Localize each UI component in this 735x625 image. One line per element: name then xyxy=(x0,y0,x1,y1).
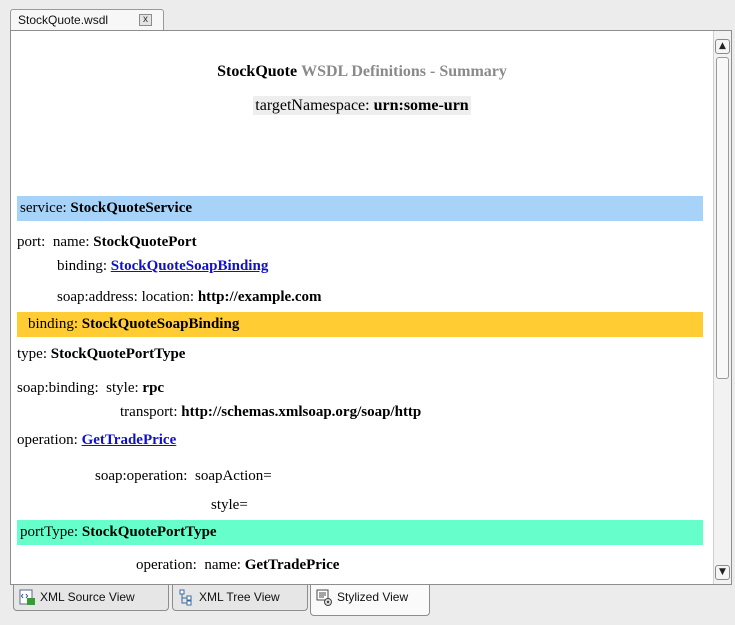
tab-xml-tree-label: XML Tree View xyxy=(199,590,280,604)
operation-label: operation: xyxy=(17,432,78,448)
scroll-down-icon[interactable]: ▼ xyxy=(715,565,730,580)
operation-link[interactable]: GetTradePrice xyxy=(82,432,177,448)
porttype-op-name-label: name: xyxy=(204,557,241,573)
tree-icon xyxy=(179,589,192,606)
xml-source-icon xyxy=(19,589,35,605)
soap-address-value: http://example.com xyxy=(197,289,322,305)
binding-type-line: type: StockQuotePortType xyxy=(17,346,185,363)
file-tab-stockquote[interactable]: StockQuote.wsdl x xyxy=(10,9,164,30)
service-section-bar: service: StockQuoteService xyxy=(17,196,703,221)
porttype-name: StockQuotePortType xyxy=(81,524,217,540)
binding-label: binding: xyxy=(28,316,79,332)
soap-address-line: soap:address: location: http://example.c… xyxy=(57,289,322,306)
style-value: rpc xyxy=(142,380,165,396)
tab-xml-tree-view[interactable]: XML Tree View xyxy=(172,585,308,611)
service-label: service: xyxy=(20,200,67,216)
soap-action-label: soapAction= xyxy=(194,468,272,484)
soap-operation-style-line: style= xyxy=(211,497,248,514)
binding-name: StockQuoteSoapBinding xyxy=(81,316,240,332)
port-label: port: xyxy=(17,234,46,250)
soap-binding-line: soap:binding: style: rpc xyxy=(17,380,164,397)
page-title: StockQuote WSDL Definitions - Summary xyxy=(11,63,713,81)
binding-link[interactable]: StockQuoteSoapBinding xyxy=(111,258,269,274)
porttype-section-bar: portType: StockQuotePortType xyxy=(17,520,703,545)
port-name: StockQuotePort xyxy=(93,234,197,250)
binding-section-bar: binding: StockQuoteSoapBinding xyxy=(17,312,703,337)
porttype-operation-line: operation: name: GetTradePrice xyxy=(136,557,339,574)
transport-value: http://schemas.xmlsoap.org/soap/http xyxy=(181,404,422,420)
soap-binding-label: soap:binding: xyxy=(17,380,99,396)
close-tab-icon[interactable]: x xyxy=(139,14,152,26)
stylized-view-pane: StockQuote WSDL Definitions - Summary ta… xyxy=(10,30,732,585)
tab-stylized-view[interactable]: Stylized View xyxy=(310,585,430,616)
tab-xml-source-view[interactable]: XML Source View xyxy=(13,585,169,611)
namespace-value: urn:some-urn xyxy=(373,97,469,114)
soap-operation-label: soap:operation: xyxy=(95,468,188,484)
scroll-up-icon[interactable]: ▲ xyxy=(715,39,730,54)
editor-tab-strip: StockQuote.wsdl x xyxy=(0,0,735,30)
tab-xml-source-label: XML Source View xyxy=(40,590,135,604)
port-binding-line: binding: StockQuoteSoapBinding xyxy=(57,258,268,275)
transport-label: transport: xyxy=(120,404,178,420)
port-binding-label: binding: xyxy=(57,258,108,274)
porttype-op-name: GetTradePrice xyxy=(244,557,340,573)
vertical-scrollbar[interactable]: ▲ ▼ xyxy=(713,31,731,584)
definitions-suffix: WSDL Definitions - Summary xyxy=(301,63,507,80)
target-namespace: targetNamespace: urn:some-urn xyxy=(11,96,713,115)
scrollbar-thumb[interactable] xyxy=(716,57,729,379)
porttype-operation-label: operation: xyxy=(136,557,197,573)
soap-operation-style-label: style= xyxy=(211,497,248,513)
port-name-label: name: xyxy=(52,234,90,250)
operation-line: operation: GetTradePrice xyxy=(17,432,176,449)
soap-operation-line: soap:operation: soapAction= xyxy=(95,468,272,485)
style-label: style: xyxy=(106,380,139,396)
service-name: StockQuoteService xyxy=(70,200,193,216)
soap-address-label: soap:address: location: xyxy=(57,289,195,305)
definitions-name: StockQuote xyxy=(217,63,298,80)
transport-line: transport: http://schemas.xmlsoap.org/so… xyxy=(120,404,421,421)
port-line: port: name: StockQuotePort xyxy=(17,234,197,251)
view-tab-strip: XML Source View XML Tree View Stylized V… xyxy=(10,585,732,625)
namespace-label: targetNamespace: xyxy=(255,97,370,114)
wsdl-summary-content: StockQuote WSDL Definitions - Summary ta… xyxy=(11,31,713,584)
type-label: type: xyxy=(17,346,47,362)
stylized-view-icon xyxy=(316,589,332,606)
file-tab-label: StockQuote.wsdl xyxy=(18,13,109,27)
type-value: StockQuotePortType xyxy=(50,346,186,362)
tab-stylized-label: Stylized View xyxy=(337,590,409,604)
porttype-label: portType: xyxy=(20,524,79,540)
